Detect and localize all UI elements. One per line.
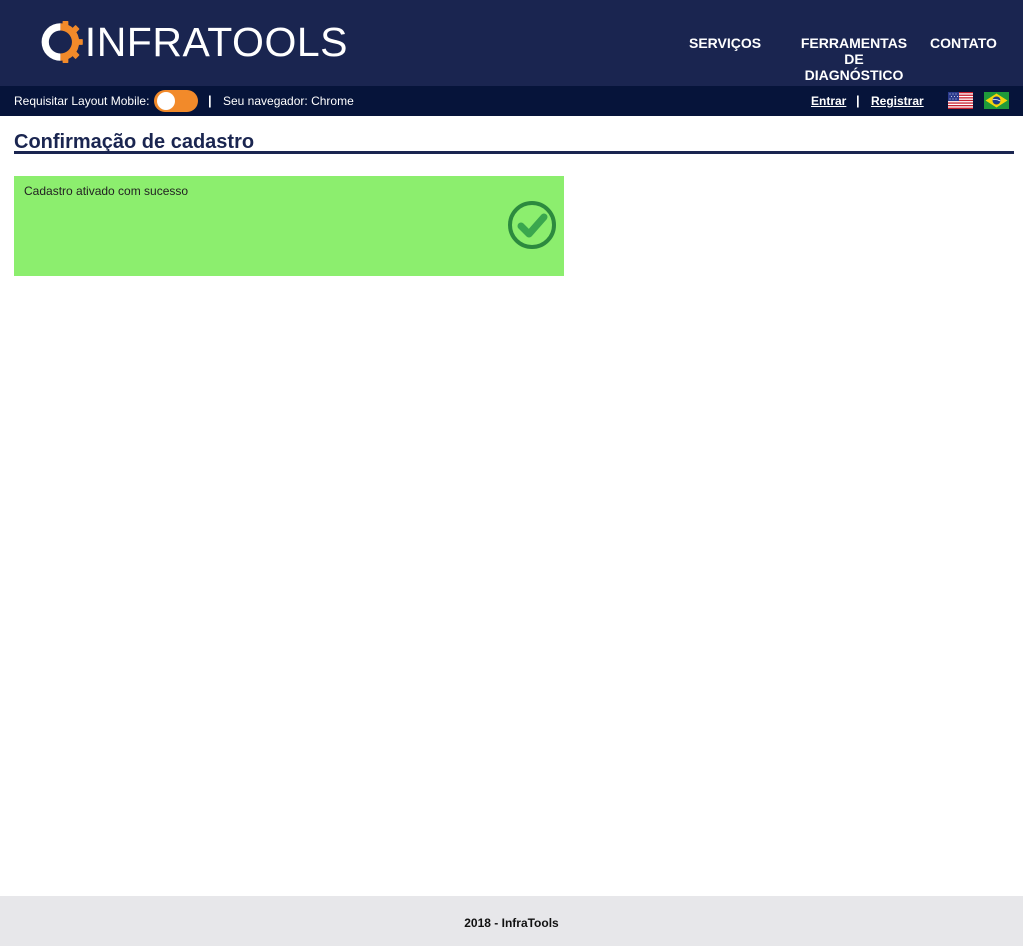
mobile-layout-label: Requisitar Layout Mobile: — [14, 94, 150, 108]
nav-contato[interactable]: CONTATO — [930, 35, 997, 51]
us-flag-icon[interactable] — [948, 92, 973, 109]
site-header: INFRATOOLS SERVIÇOS FERRAMENTAS DE DIAGN… — [0, 0, 1023, 86]
nav-ferramentas-de-diagnostico[interactable]: FERRAMENTAS DE DIAGNÓSTICO — [797, 35, 911, 83]
success-alert: Cadastro ativado com sucesso — [14, 176, 564, 276]
separator: | — [856, 93, 860, 108]
success-message: Cadastro ativado com sucesso — [24, 184, 189, 198]
check-circle-icon — [508, 201, 556, 249]
site-footer: 2018 - InfraTools — [0, 896, 1023, 946]
login-link[interactable]: Entrar — [811, 94, 846, 108]
brazil-flag-icon[interactable] — [984, 92, 1009, 109]
site-logo[interactable]: INFRATOOLS — [38, 12, 348, 72]
logo-text: INFRATOOLS — [84, 19, 348, 65]
register-link[interactable]: Registrar — [871, 94, 924, 108]
mobile-layout-toggle[interactable] — [154, 90, 198, 112]
separator: | — [208, 93, 212, 108]
gear-logo-icon — [41, 21, 83, 63]
page-title: Confirmação de cadastro — [14, 130, 1014, 154]
top-utility-bar: Requisitar Layout Mobile: | Seu navegado… — [0, 86, 1023, 116]
nav-servicos[interactable]: SERVIÇOS — [689, 35, 761, 51]
toggle-knob — [157, 92, 175, 110]
browser-info: Seu navegador: Chrome — [223, 94, 354, 108]
footer-text: 2018 - InfraTools — [464, 916, 559, 930]
